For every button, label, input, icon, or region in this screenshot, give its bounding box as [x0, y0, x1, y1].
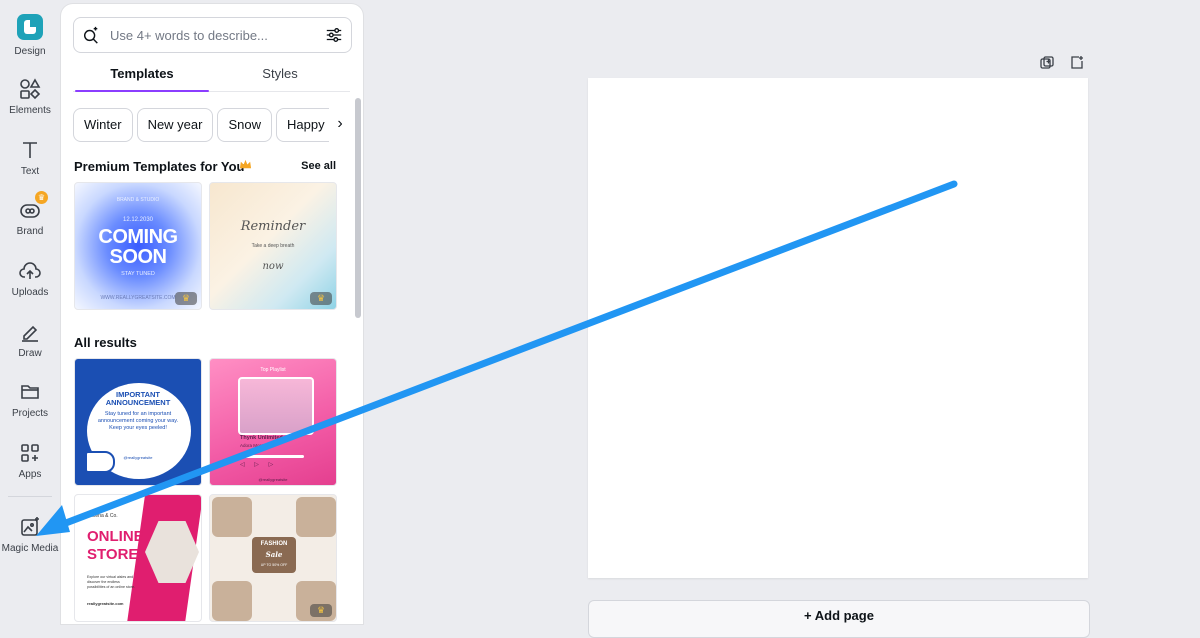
premium-section-title: Premium Templates for You: [74, 159, 245, 174]
add-page-button[interactable]: + Add page: [588, 600, 1090, 638]
crown-badge-icon: ♛: [35, 191, 48, 204]
chip-snow[interactable]: Snow: [217, 108, 273, 142]
template-text: COMING: [98, 226, 178, 248]
sidebar-item-label: Projects: [11, 408, 49, 419]
template-announcement[interactable]: IMPORTANT ANNOUNCEMENT Stay tuned for an…: [74, 358, 202, 486]
sidebar-item-label: Design: [14, 46, 46, 57]
sidebar-item-uploads[interactable]: Uploads: [0, 259, 60, 299]
sidebar-item-label: Text: [20, 166, 40, 177]
magic-image-icon: [21, 517, 39, 536]
cloud-upload-icon: [19, 262, 41, 279]
chevron-right-icon[interactable]: ›: [329, 108, 351, 142]
template-text: Reminder: [240, 219, 306, 234]
sidebar-item-label: Brand: [16, 226, 44, 237]
template-text: STORE: [87, 546, 139, 563]
photo-frame: [238, 377, 314, 435]
template-text: UP TO 50% OFF: [260, 563, 288, 567]
progress-bar: [240, 455, 304, 458]
panel-tabs: Templates Styles: [73, 62, 350, 94]
sidebar-item-apps[interactable]: Apps: [0, 441, 60, 481]
photo-tile: [296, 497, 336, 537]
rail-divider: [8, 496, 52, 497]
template-text: Take a deep breath: [251, 243, 295, 249]
template-text: SOON: [109, 246, 167, 268]
premium-crown-icon: ♛: [175, 292, 197, 305]
template-text: IMPORTANT ANNOUNCEMENT: [105, 390, 171, 407]
shapes-icon: [20, 78, 41, 100]
sidebar-item-draw[interactable]: Draw: [0, 320, 60, 360]
template-text: 12.12.2030: [122, 217, 154, 223]
template-text: Adora Montminy: [240, 443, 273, 448]
template-text: BRAND & STUDIO: [116, 197, 160, 203]
add-page-icon[interactable]: [1070, 55, 1084, 69]
template-coming-soon[interactable]: BRAND & STUDIO 12.12.2030 COMING SOON ST…: [74, 182, 202, 310]
premium-crown-icon: ♛: [310, 292, 332, 305]
template-fashion[interactable]: FASHION Sale UP TO 50% OFF ♛: [209, 494, 337, 622]
sidebar-item-label: Apps: [18, 469, 42, 480]
template-text: Explore our virtual aisles and discover …: [87, 575, 135, 589]
search-input[interactable]: [108, 24, 322, 46]
template-text: Thynk Unlimited: [240, 435, 283, 441]
megaphone-icon: [85, 451, 115, 473]
premium-crown-icon: ♛: [310, 604, 332, 617]
left-rail: Design Elements Text Brand ♛ Uploads Dra…: [0, 0, 60, 616]
magic-search-icon: [83, 26, 98, 44]
template-text: ◁ ▷ ▷: [240, 462, 278, 468]
design-logo-icon: [17, 14, 43, 40]
design-canvas[interactable]: [588, 78, 1088, 578]
template-music[interactable]: Top Playlist Thynk Unlimited Adora Montm…: [209, 358, 337, 486]
sidebar-item-projects[interactable]: Projects: [0, 380, 60, 420]
template-text: Stay tuned for an important announcement…: [97, 411, 179, 431]
sidebar-item-magic-media[interactable]: Magic Media: [0, 515, 60, 555]
all-results-title: All results: [74, 335, 137, 350]
sidebar-item-label: Elements: [9, 105, 51, 116]
template-text: reallygreatsite.com: [87, 601, 124, 606]
photo-tile: [212, 581, 252, 621]
duplicate-page-icon[interactable]: [1040, 56, 1054, 70]
template-text: STAY TUNED: [121, 271, 155, 277]
template-text: Liceria & Co.: [89, 513, 118, 519]
apps-grid-icon: [21, 444, 39, 462]
template-text: @reallygreatsite: [258, 477, 288, 482]
text-t-icon: [23, 142, 37, 158]
crown-icon: [239, 159, 252, 169]
template-text: now: [262, 261, 284, 272]
template-online-store[interactable]: Liceria & Co. ONLINE STORE Explore our v…: [74, 494, 202, 622]
template-text: Top Playlist: [260, 367, 286, 373]
template-text: Sale: [265, 550, 283, 559]
filter-sliders-icon[interactable]: [325, 26, 343, 44]
sidebar-item-brand[interactable]: Brand: [0, 198, 60, 238]
photo-tile: [212, 497, 252, 537]
sidebar-item-label: Uploads: [11, 287, 49, 298]
templates-panel: Templates Styles WinterNew yearSnowHappy…: [61, 4, 363, 624]
template-reminder[interactable]: Reminder Take a deep breath now ♛: [209, 182, 337, 310]
keyword-chips: Winter New year Snow Happy n ›: [73, 108, 351, 144]
chip-new-year[interactable]: New year: [136, 108, 214, 142]
sidebar-item-design[interactable]: Design: [0, 14, 60, 58]
sidebar-item-text[interactable]: Text: [0, 138, 60, 178]
pen-icon: [22, 325, 38, 342]
search-box: [73, 17, 352, 53]
sidebar-item-label: Magic Media: [1, 543, 59, 554]
panel-scrollbar[interactable]: [355, 98, 361, 318]
sidebar-item-label: Draw: [18, 348, 42, 359]
folder-icon: [21, 385, 39, 399]
template-text: ONLINE: [87, 528, 144, 545]
sidebar-item-elements[interactable]: Elements: [0, 77, 60, 117]
chip-winter[interactable]: Winter: [73, 108, 133, 142]
template-text: FASHION: [260, 541, 288, 547]
see-all-link[interactable]: See all: [301, 160, 336, 172]
tab-styles[interactable]: Styles: [211, 62, 349, 94]
tab-templates[interactable]: Templates: [73, 62, 211, 94]
